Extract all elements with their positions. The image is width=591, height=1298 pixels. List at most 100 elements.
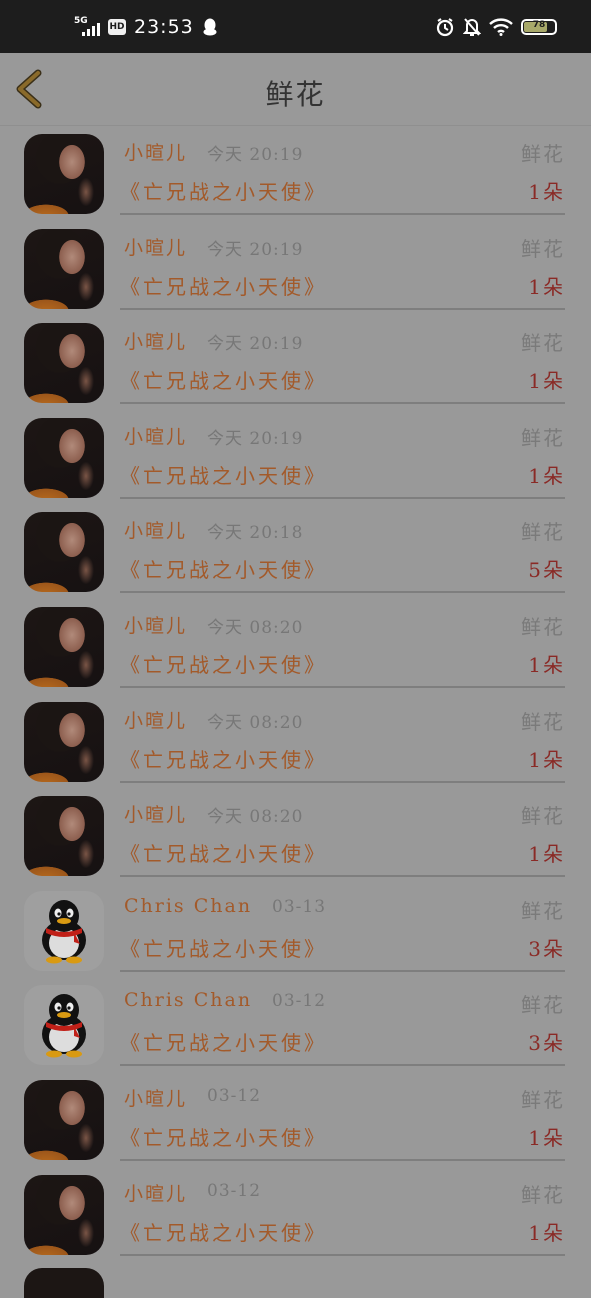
sender-name[interactable]: Chris Chan (124, 895, 252, 917)
avatar[interactable] (24, 796, 104, 877)
status-left: 5G HD 23:53 (74, 14, 218, 40)
avatar[interactable] (24, 985, 104, 1066)
qq-penguin-icon (42, 994, 86, 1058)
gift-count: 1朵 (528, 652, 565, 677)
gift-count: 1朵 (528, 369, 565, 394)
book-title[interactable]: 《亡兄战之小天使》 (120, 933, 327, 962)
gift-type: 鲜花 (521, 804, 565, 829)
wifi-icon (489, 18, 513, 36)
page-title: 鲜花 (265, 78, 326, 111)
book-title[interactable]: 《亡兄战之小天使》 (120, 271, 327, 300)
gift-time: 今天 08:20 (207, 807, 304, 828)
gift-count: 1朵 (528, 1125, 565, 1150)
avatar[interactable] (24, 512, 104, 593)
avatar[interactable] (24, 890, 104, 971)
list-item-content: 小暄儿 今天 08:20 鲜花 《亡兄战之小天使》 1朵 (120, 694, 565, 783)
list-item-content: Chris Chan 03-12 鲜花 《亡兄战之小天使》 3朵 (120, 977, 565, 1067)
sender-name[interactable]: 小暄儿 (124, 800, 187, 827)
gift-time: 今天 20:18 (207, 523, 304, 544)
list-item[interactable]: Chris Chan 03-12 鲜花 《亡兄战之小天使》 3朵 (0, 977, 591, 1072)
battery-percent: 78 (532, 20, 546, 30)
list-item[interactable]: Chris Chan 03-13 鲜花 《亡兄战之小天使》 3朵 (0, 883, 591, 978)
gift-type: 鲜花 (521, 993, 565, 1018)
list-item[interactable]: 小暄儿 今天 20:19 鲜花 《亡兄战之小天使》 1朵 (0, 126, 591, 221)
book-title[interactable]: 《亡兄战之小天使》 (120, 1027, 327, 1056)
list-item-content: 小暄儿 今天 20:18 鲜花 《亡兄战之小天使》 5朵 (120, 504, 565, 594)
book-title[interactable]: 《亡兄战之小天使》 (120, 365, 327, 394)
gift-type: 鲜花 (521, 425, 565, 450)
sender-name[interactable]: 小暄儿 (124, 422, 187, 449)
gift-count: 1朵 (528, 274, 565, 299)
gift-time: 今天 20:19 (207, 428, 304, 449)
avatar[interactable] (24, 1079, 104, 1160)
gift-type: 鲜花 (521, 898, 565, 923)
gift-count: 3朵 (528, 936, 565, 961)
clock: 23:53 (134, 16, 194, 38)
gift-time: 03-12 (207, 1180, 262, 1201)
gift-type: 鲜花 (521, 331, 565, 356)
list-item[interactable]: 小暄儿 03-12 鲜花 《亡兄战之小天使》 1朵 (0, 1167, 591, 1262)
book-title[interactable]: 《亡兄战之小天使》 (120, 1217, 327, 1246)
sender-name[interactable]: Chris Chan (124, 989, 252, 1011)
gift-type: 鲜花 (521, 614, 565, 639)
avatar[interactable] (24, 1174, 104, 1255)
list-item[interactable]: 小暄儿 今天 20:19 鲜花 《亡兄战之小天使》 1朵 (0, 221, 591, 316)
flower-gift-list: 小暄儿 今天 20:19 鲜花 《亡兄战之小天使》 1朵 小暄儿 今天 20:1… (0, 126, 591, 1261)
gift-count: 3朵 (528, 1031, 565, 1056)
battery-icon: 78 (521, 19, 557, 35)
bell-off-icon (463, 18, 481, 36)
gift-type: 鲜花 (521, 236, 565, 261)
avatar[interactable] (24, 701, 104, 782)
list-item-partial (0, 1262, 591, 1298)
sender-name[interactable]: 小暄儿 (124, 1179, 187, 1206)
list-item-content: 小暄儿 今天 20:19 鲜花 《亡兄战之小天使》 1朵 (120, 221, 565, 310)
list-item[interactable]: 小暄儿 今天 20:19 鲜花 《亡兄战之小天使》 1朵 (0, 410, 591, 505)
book-title[interactable]: 《亡兄战之小天使》 (120, 1122, 327, 1151)
book-title[interactable]: 《亡兄战之小天使》 (120, 176, 327, 205)
list-item-content: 小暄儿 今天 08:20 鲜花 《亡兄战之小天使》 1朵 (120, 599, 565, 688)
gift-time: 03-13 (272, 896, 327, 917)
sender-name[interactable]: 小暄儿 (124, 1084, 187, 1111)
network-type: 5G (74, 16, 88, 26)
sender-name[interactable]: 小暄儿 (124, 233, 187, 260)
sender-name[interactable]: 小暄儿 (124, 516, 187, 543)
list-item[interactable]: 小暄儿 今天 08:20 鲜花 《亡兄战之小天使》 1朵 (0, 599, 591, 694)
list-item-content: 小暄儿 03-12 鲜花 《亡兄战之小天使》 1朵 (120, 1072, 565, 1161)
gift-time: 今天 20:19 (207, 239, 304, 260)
list-item[interactable]: 小暄儿 03-12 鲜花 《亡兄战之小天使》 1朵 (0, 1072, 591, 1167)
gift-type: 鲜花 (521, 1087, 565, 1112)
avatar[interactable] (24, 323, 104, 404)
status-bar: 5G HD 23:53 78 (0, 0, 591, 53)
avatar[interactable] (24, 417, 104, 498)
list-item-content: 小暄儿 今天 20:19 鲜花 《亡兄战之小天使》 1朵 (120, 126, 565, 215)
list-item[interactable]: 小暄儿 今天 20:19 鲜花 《亡兄战之小天使》 1朵 (0, 315, 591, 410)
gift-type: 鲜花 (521, 709, 565, 734)
avatar[interactable] (24, 606, 104, 687)
book-title[interactable]: 《亡兄战之小天使》 (120, 649, 327, 678)
gift-type: 鲜花 (521, 520, 565, 545)
list-item-content: 小暄儿 03-12 鲜花 《亡兄战之小天使》 1朵 (120, 1167, 565, 1256)
list-item-content: 小暄儿 今天 20:19 鲜花 《亡兄战之小天使》 1朵 (120, 315, 565, 405)
book-title[interactable]: 《亡兄战之小天使》 (120, 554, 327, 583)
gift-count: 1朵 (528, 463, 565, 488)
list-item[interactable]: 小暄儿 今天 08:20 鲜花 《亡兄战之小天使》 1朵 (0, 694, 591, 789)
gift-count: 1朵 (528, 747, 565, 772)
book-title[interactable]: 《亡兄战之小天使》 (120, 838, 327, 867)
book-title[interactable]: 《亡兄战之小天使》 (120, 460, 327, 489)
gift-time: 今天 20:19 (207, 145, 304, 165)
book-title[interactable]: 《亡兄战之小天使》 (120, 744, 327, 773)
sender-name[interactable]: 小暄儿 (124, 138, 187, 165)
sender-name[interactable]: 小暄儿 (124, 706, 187, 733)
list-item-content: 小暄儿 今天 08:20 鲜花 《亡兄战之小天使》 1朵 (120, 788, 565, 878)
sender-name[interactable]: 小暄儿 (124, 611, 187, 638)
avatar[interactable] (24, 228, 104, 309)
gift-count: 1朵 (528, 1220, 565, 1245)
gift-time: 今天 20:19 (207, 334, 304, 355)
status-right: 78 (435, 16, 557, 38)
list-item[interactable]: 小暄儿 今天 20:18 鲜花 《亡兄战之小天使》 5朵 (0, 504, 591, 599)
gift-time: 03-12 (272, 991, 327, 1012)
list-item[interactable]: 小暄儿 今天 08:20 鲜花 《亡兄战之小天使》 1朵 (0, 788, 591, 883)
sender-name[interactable]: 小暄儿 (124, 327, 187, 354)
avatar[interactable] (24, 134, 104, 214)
hd-badge: HD (108, 19, 126, 35)
